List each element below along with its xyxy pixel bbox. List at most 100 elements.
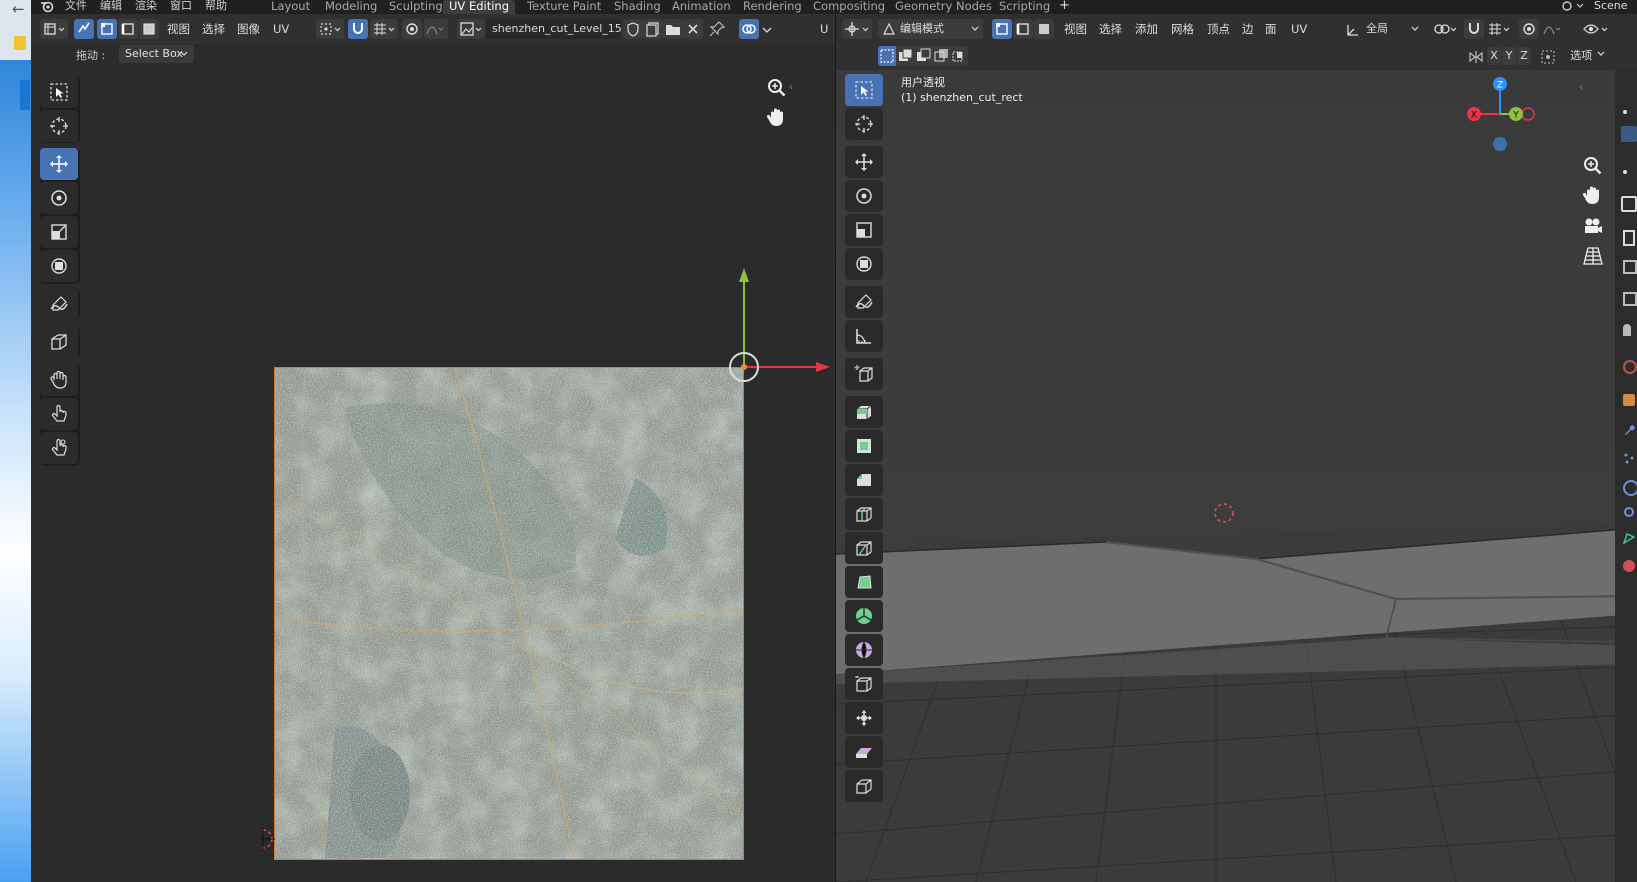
move-tool[interactable] bbox=[40, 148, 78, 180]
tab-animation[interactable]: Animation bbox=[672, 0, 731, 14]
physics-icon[interactable] bbox=[1623, 480, 1637, 496]
new-image-icon[interactable] bbox=[643, 19, 663, 39]
editor-type-button[interactable] bbox=[40, 19, 68, 39]
3d-select-box-tool[interactable] bbox=[845, 74, 883, 106]
tab-shading[interactable]: Shading bbox=[614, 0, 661, 14]
3d-menu-mesh[interactable]: 网格 bbox=[1171, 19, 1194, 39]
3d-edge-select-icon[interactable] bbox=[1013, 19, 1033, 39]
mirror-x-toggle[interactable]: X bbox=[1487, 47, 1501, 65]
uv-menu-view[interactable]: 视图 bbox=[167, 19, 190, 39]
tab-texture-paint[interactable]: Texture Paint bbox=[527, 0, 601, 14]
3d-transform-tool[interactable] bbox=[845, 248, 883, 280]
3d-menu-add[interactable]: 添加 bbox=[1135, 19, 1158, 39]
3d-zoom-icon[interactable] bbox=[1581, 154, 1605, 178]
3d-menu-select[interactable]: 选择 bbox=[1099, 19, 1122, 39]
3d-editor-type-button[interactable] bbox=[842, 19, 872, 39]
menu-window[interactable]: 窗口 bbox=[170, 0, 192, 12]
select-new-icon[interactable] bbox=[878, 46, 896, 66]
uv-menu-select[interactable]: 选择 bbox=[202, 19, 225, 39]
pin-icon[interactable] bbox=[707, 19, 727, 39]
shear-tool[interactable] bbox=[845, 736, 883, 768]
measure-tool[interactable] bbox=[845, 320, 883, 352]
3d-snap-target-icon[interactable] bbox=[1485, 19, 1513, 39]
3d-cursor-tool[interactable] bbox=[845, 108, 883, 140]
uv-menu-uv[interactable]: UV bbox=[273, 19, 289, 39]
sidebar-toggle-icon[interactable]: ‹ bbox=[789, 82, 799, 94]
uv-overlay-icon[interactable] bbox=[739, 19, 759, 39]
open-image-folder-icon[interactable] bbox=[663, 19, 683, 39]
snap-icon[interactable] bbox=[348, 19, 368, 39]
mirror-y-toggle[interactable]: Y bbox=[1502, 47, 1516, 65]
falloff-curve-icon[interactable] bbox=[424, 19, 448, 39]
world-properties-icon[interactable] bbox=[1623, 324, 1631, 336]
transform-orientation-dropdown[interactable]: 全局 bbox=[1346, 19, 1424, 39]
inset-faces-tool[interactable] bbox=[845, 430, 883, 462]
3d-scale-tool[interactable] bbox=[845, 214, 883, 246]
3d-annotate-tool[interactable] bbox=[845, 286, 883, 318]
uv-menu-image[interactable]: 图像 bbox=[237, 19, 260, 39]
3d-menu-edge[interactable]: 边 bbox=[1242, 19, 1254, 39]
spin-tool[interactable] bbox=[845, 600, 883, 632]
3d-menu-uv[interactable]: UV bbox=[1291, 19, 1307, 39]
tab-compositing[interactable]: Compositing bbox=[813, 0, 885, 14]
visibility-eye-icon[interactable] bbox=[1582, 19, 1612, 39]
knife-tool[interactable] bbox=[845, 532, 883, 564]
select-intersect-icon[interactable] bbox=[950, 46, 968, 66]
select-box-tool[interactable] bbox=[40, 76, 78, 108]
vertex-select-mode-icon[interactable] bbox=[97, 19, 117, 39]
fake-user-shield-icon[interactable] bbox=[623, 19, 643, 39]
3d-pan-hand-icon[interactable] bbox=[1581, 184, 1605, 208]
particles-icon[interactable] bbox=[1623, 452, 1635, 464]
select-difference-icon[interactable] bbox=[932, 46, 950, 66]
3d-snap-icon[interactable] bbox=[1464, 19, 1484, 39]
pinch-tool[interactable] bbox=[40, 432, 78, 464]
scene-icon[interactable] bbox=[1561, 0, 1591, 13]
mirror-axis-butterfly-icon[interactable] bbox=[1466, 47, 1486, 67]
3d-move-tool[interactable] bbox=[845, 146, 883, 178]
pivot-point-icon[interactable] bbox=[316, 19, 344, 39]
loop-cut-tool[interactable] bbox=[845, 498, 883, 530]
select-extend-icon[interactable] bbox=[896, 46, 914, 66]
object-properties-icon[interactable] bbox=[1623, 394, 1635, 406]
scene-properties-icon[interactable] bbox=[1623, 292, 1637, 306]
menu-file[interactable]: 文件 bbox=[65, 0, 87, 12]
transform-tool[interactable] bbox=[40, 250, 78, 282]
tab-dot2-icon[interactable] bbox=[1623, 170, 1627, 174]
mode-selector-dropdown[interactable]: 编辑模式 bbox=[878, 19, 983, 39]
uv-editor-area[interactable]: 视图 选择 图像 UV shenzhen_cut_Level_15.tif U … bbox=[31, 14, 835, 882]
tab-layout[interactable]: Layout bbox=[271, 0, 310, 14]
rip-region-tool[interactable] bbox=[40, 326, 78, 358]
poly-build-tool[interactable] bbox=[845, 566, 883, 598]
rip-tool[interactable] bbox=[845, 770, 883, 802]
drag-select-dropdown[interactable]: Select Box bbox=[119, 45, 194, 63]
snap-target-icon[interactable] bbox=[370, 19, 398, 39]
bevel-tool[interactable] bbox=[845, 464, 883, 496]
display-channel-label[interactable]: U bbox=[820, 19, 828, 39]
material-properties-icon[interactable] bbox=[1623, 560, 1635, 572]
render-properties-icon[interactable] bbox=[1621, 196, 1637, 212]
3d-menu-vertex[interactable]: 顶点 bbox=[1207, 19, 1230, 39]
output-properties-icon[interactable] bbox=[1623, 230, 1635, 246]
uv-transform-gizmo[interactable] bbox=[261, 264, 835, 864]
shrink-fatten-tool[interactable] bbox=[845, 702, 883, 734]
perspective-grid-icon[interactable] bbox=[1581, 244, 1605, 268]
tab-uv-editing[interactable]: UV Editing bbox=[443, 0, 515, 14]
3d-rotate-tool[interactable] bbox=[845, 180, 883, 212]
uv-sync-select-icon[interactable] bbox=[74, 19, 94, 39]
3d-vertex-select-icon[interactable] bbox=[992, 19, 1012, 39]
edge-slide-tool[interactable] bbox=[845, 668, 883, 700]
tab-modeling[interactable]: Modeling bbox=[325, 0, 377, 14]
mirror-z-toggle[interactable]: Z bbox=[1517, 47, 1531, 65]
scale-tool[interactable] bbox=[40, 216, 78, 248]
auto-merge-icon[interactable] bbox=[1538, 47, 1558, 67]
image-name-field[interactable]: shenzhen_cut_Level_15.tif bbox=[486, 19, 637, 39]
collection-properties-icon[interactable] bbox=[1623, 360, 1637, 374]
3d-menu-view[interactable]: 视图 bbox=[1064, 19, 1087, 39]
add-cube-tool[interactable] bbox=[845, 358, 883, 390]
zoom-icon[interactable] bbox=[765, 76, 789, 100]
face-select-mode-icon[interactable] bbox=[139, 19, 159, 39]
navigation-axis-gizmo[interactable]: Z X Y bbox=[1464, 76, 1544, 166]
tab-geometry-nodes[interactable]: Geometry Nodes bbox=[895, 0, 992, 14]
select-subtract-icon[interactable] bbox=[914, 46, 932, 66]
view-layer-icon[interactable] bbox=[1623, 260, 1637, 274]
